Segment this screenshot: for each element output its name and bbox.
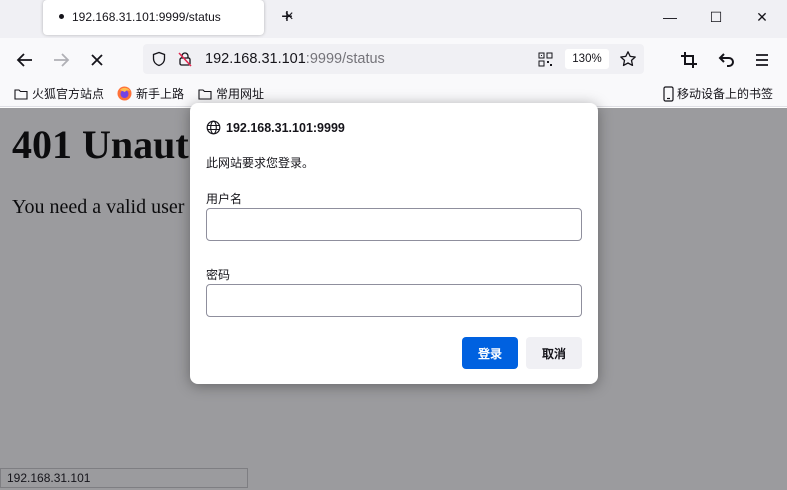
- back-button[interactable]: [11, 46, 39, 74]
- hamburger-menu-icon: [756, 54, 768, 66]
- login-dialog: 192.168.31.101:9999 此网站要求您登录。 用户名 密码 登录 …: [190, 103, 598, 384]
- password-input[interactable]: [206, 284, 582, 317]
- cancel-button[interactable]: 取消: [526, 337, 582, 369]
- bookmark-item-firefox-official[interactable]: 火狐官方站点: [14, 85, 104, 102]
- mobile-bookmarks[interactable]: 移动设备上的书签: [663, 85, 773, 102]
- page-text: You need a valid user: [12, 196, 185, 218]
- crop-icon: [681, 52, 697, 68]
- url-text[interactable]: 192.168.31.101:9999/status: [205, 51, 385, 67]
- tab-title: 192.168.31.101:9999/status: [72, 10, 221, 24]
- globe-icon: [206, 120, 221, 135]
- undo-arrow-icon: [718, 53, 734, 67]
- new-tab-button[interactable]: +: [275, 5, 299, 29]
- bookmark-item-getting-started[interactable]: 新手上路: [117, 85, 184, 102]
- maximize-button[interactable]: ☐: [693, 0, 739, 34]
- folder-icon: [198, 88, 212, 100]
- dialog-header: 192.168.31.101:9999: [206, 120, 345, 135]
- url-path: :9999/status: [305, 51, 385, 67]
- folder-icon: [14, 88, 28, 100]
- login-button[interactable]: 登录: [462, 337, 518, 369]
- bookmark-item-common-sites[interactable]: 常用网址: [198, 85, 264, 102]
- star-bookmark-icon[interactable]: [619, 50, 637, 68]
- back-arrow-icon: [16, 53, 32, 67]
- close-window-button[interactable]: ✕: [739, 0, 785, 34]
- zoom-level-button[interactable]: 130%: [565, 49, 609, 69]
- undo-button[interactable]: [712, 46, 740, 74]
- forward-button[interactable]: [47, 46, 75, 74]
- loading-indicator-icon: [59, 14, 64, 19]
- url-bar[interactable]: 192.168.31.101:9999/status 130%: [143, 44, 644, 74]
- stop-icon: [91, 54, 103, 66]
- mobile-phone-icon: [663, 85, 674, 102]
- status-bar: 192.168.31.101: [0, 468, 248, 488]
- shield-icon[interactable]: [151, 51, 167, 67]
- insecure-lock-icon[interactable]: [177, 51, 193, 67]
- username-input[interactable]: [206, 208, 582, 241]
- username-label: 用户名: [206, 192, 243, 206]
- password-label: 密码: [206, 268, 231, 282]
- crop-screenshot-button[interactable]: [675, 46, 703, 74]
- page-heading: 401 Unaut: [12, 122, 189, 167]
- forward-arrow-icon: [54, 53, 70, 67]
- tab-active[interactable]: 192.168.31.101:9999/status ×: [43, 0, 294, 35]
- tab-strip: 192.168.31.101:9999/status × + — ☐ ✕: [0, 0, 787, 38]
- bookmark-label: 新手上路: [136, 87, 185, 101]
- qr-code-icon[interactable]: [538, 52, 553, 67]
- url-host: 192.168.31.101: [205, 51, 306, 67]
- stop-button[interactable]: [83, 46, 111, 74]
- dialog-message: 此网站要求您登录。: [206, 156, 315, 170]
- bookmark-label: 火狐官方站点: [32, 87, 105, 101]
- menu-button[interactable]: [748, 46, 776, 74]
- minimize-button[interactable]: —: [647, 0, 693, 34]
- mobile-bookmarks-label: 移动设备上的书签: [677, 87, 774, 101]
- bookmark-label: 常用网址: [216, 87, 265, 101]
- dialog-host: 192.168.31.101:9999: [226, 120, 345, 135]
- firefox-icon: [117, 86, 132, 101]
